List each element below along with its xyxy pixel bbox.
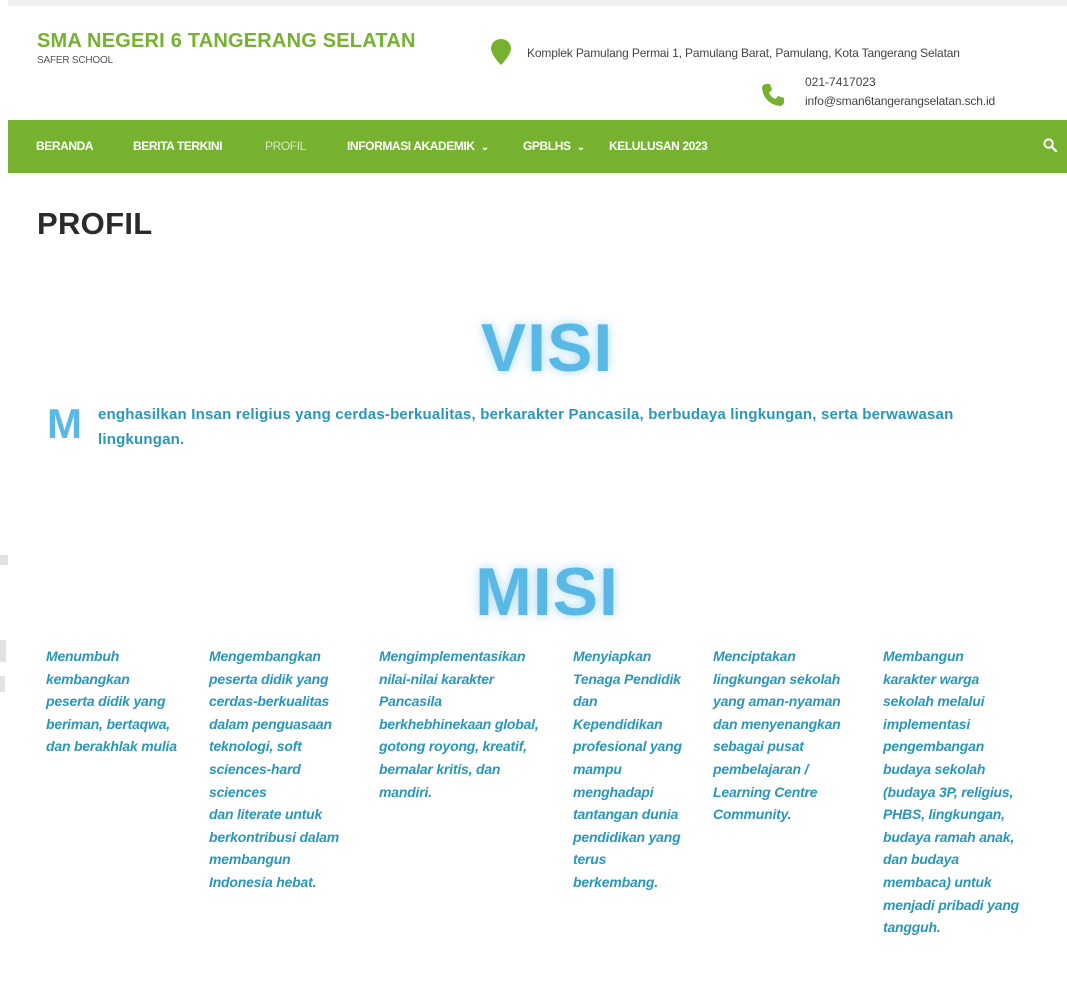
misi-heading: MISI — [475, 554, 619, 630]
misi-line: pembelajaran / — [713, 760, 809, 777]
misi-line: tantangan dunia — [573, 806, 679, 823]
misi-line: peserta didik yang — [209, 670, 329, 687]
visi-text: enghasilkan Insan religius yang cerdas-b… — [98, 406, 954, 448]
misi-column-4: Menyiapkan Tenaga Pendidik dan Kependidikan… — [573, 645, 682, 894]
nav-item-label: GPBLHS — [523, 139, 571, 153]
misi-line: Kependidikan — [573, 715, 663, 732]
page-title: PROFIL — [37, 206, 153, 241]
email-link[interactable]: info@sman6tangerangselatan.sch.id — [805, 94, 995, 108]
misi-line: Community. — [713, 806, 792, 823]
edge-divider — [0, 555, 8, 565]
misi-column-5: Menciptakan lingkungan sekolah yang aman-n… — [713, 645, 841, 826]
misi-line: membangun — [209, 851, 291, 868]
misi-line: Learning Centre — [713, 783, 818, 800]
misi-line: budaya ramah anak, — [883, 828, 1015, 845]
misi-line: peserta didik yang — [46, 693, 166, 710]
chevron-down-icon: ⌄ — [480, 142, 489, 153]
edge-divider — [0, 676, 5, 692]
misi-line: Menyiapkan — [573, 648, 652, 664]
misi-line: teknologi, soft — [209, 738, 302, 755]
misi-line: nilai-nilai karakter — [379, 670, 495, 687]
misi-line: yang aman-nyaman — [713, 693, 841, 710]
misi-line: membaca) untuk — [883, 873, 992, 890]
misi-line: dalam penguasaan — [209, 715, 332, 732]
chevron-down-icon: ⌄ — [576, 142, 585, 153]
search-icon[interactable] — [1043, 138, 1057, 152]
nav-item-profil[interactable]: PROFIL — [265, 139, 306, 153]
map-pin-icon — [491, 39, 511, 65]
misi-line: bernalar kritis, dan — [379, 760, 501, 777]
misi-line: Indonesia hebat. — [209, 873, 317, 890]
school-address: Komplek Pamulang Permai 1, Pamulang Bara… — [527, 46, 960, 60]
misi-line: budaya sekolah — [883, 760, 986, 777]
nav-item-label: PROFIL — [265, 139, 306, 153]
misi-line: terus — [573, 851, 607, 868]
misi-line: mampu — [573, 760, 622, 777]
misi-line: sekolah melalui — [883, 693, 985, 710]
misi-line: sciences — [209, 783, 267, 800]
misi-line: mandiri. — [379, 783, 432, 800]
nav-item-beranda[interactable]: BERANDA — [36, 139, 94, 153]
nav-item-informasi-akademik[interactable]: INFORMASI AKADEMIK ⌄ — [347, 139, 489, 153]
misi-line: karakter warga — [883, 670, 980, 687]
misi-line: pendidikan yang — [573, 828, 681, 845]
misi-line: dan — [573, 693, 598, 710]
misi-line: Mengimplementasikan — [379, 648, 526, 664]
misi-line: sciences-hard — [209, 760, 301, 777]
phone-icon — [762, 84, 784, 106]
misi-line: pengembangan — [883, 738, 985, 755]
nav-item-berita-terkini[interactable]: BERITA TERKINI — [133, 139, 222, 153]
nav-item-kelulusan-2023[interactable]: KELULUSAN 2023 — [609, 139, 708, 153]
misi-line: berkhebhinekaan global, — [379, 715, 539, 732]
visi-heading: VISI — [480, 310, 614, 386]
misi-line: dan menyenangkan — [713, 715, 841, 732]
misi-line: berkembang. — [573, 873, 658, 890]
misi-line: cerdas-berkualitas — [209, 693, 330, 710]
misi-line: dan berakhlak mulia — [46, 738, 177, 755]
nav-item-gpblhs[interactable]: GPBLHS ⌄ — [523, 139, 585, 153]
misi-line: profesional yang — [573, 738, 682, 755]
misi-column-2: Mengembangkan peserta didik yang cerdas-be… — [209, 645, 339, 894]
nav-item-label: BERITA TERKINI — [133, 139, 223, 153]
main-navbar: BERANDA BERITA TERKINI PROFIL INFORMASI … — [8, 120, 1067, 173]
misi-line: kembangkan — [46, 670, 130, 687]
misi-line: tangguh. — [883, 919, 941, 936]
phone-number: 021-7417023 — [805, 75, 876, 89]
misi-line: menghadapi — [573, 783, 654, 800]
misi-line: implementasi — [883, 715, 971, 732]
visi-dropcap: M — [47, 400, 82, 447]
misi-line: dan literate untuk — [209, 806, 323, 823]
misi-line: Membangun — [883, 648, 964, 664]
misi-line: beriman, bertaqwa, — [46, 715, 170, 732]
misi-line: lingkungan sekolah — [713, 670, 841, 687]
misi-line: PHBS, lingkungan, — [883, 806, 1005, 823]
nav-item-label: BERANDA — [36, 139, 94, 153]
misi-line: Menciptakan — [713, 648, 796, 664]
site-tagline: SAFER SCHOOL — [37, 55, 113, 66]
misi-line: menjadi pribadi yang — [883, 896, 1020, 913]
misi-column-3: Mengimplementasikan nilai-nilai karakter P… — [379, 645, 539, 803]
edge-divider — [0, 640, 6, 662]
misi-line: sebagai pusat — [713, 738, 804, 755]
misi-column-6: Membangun karakter warga sekolah melalui im… — [883, 645, 1019, 939]
misi-line: Pancasila — [379, 693, 442, 710]
misi-line: (budaya 3P, religius, — [883, 783, 1014, 800]
misi-line: Tenaga Pendidik — [573, 670, 681, 687]
nav-item-label: INFORMASI AKADEMIK — [347, 139, 475, 153]
misi-column-1: Menumbuh kembangkan peserta didik yang beri… — [46, 645, 177, 758]
misi-line: Mengembangkan — [209, 648, 321, 664]
misi-line: Menumbuh — [46, 648, 120, 664]
misi-line: berkontribusi dalam — [209, 828, 340, 845]
misi-line: gotong royong, kreatif, — [379, 738, 527, 755]
nav-item-label: KELULUSAN 2023 — [609, 139, 708, 153]
site-title-link[interactable]: SMA NEGERI 6 TANGERANG SELATAN — [37, 30, 416, 53]
misi-line: dan budaya — [883, 851, 959, 868]
site-header: SMA NEGERI 6 TANGERANG SELATAN SAFER SCH… — [8, 6, 1067, 120]
